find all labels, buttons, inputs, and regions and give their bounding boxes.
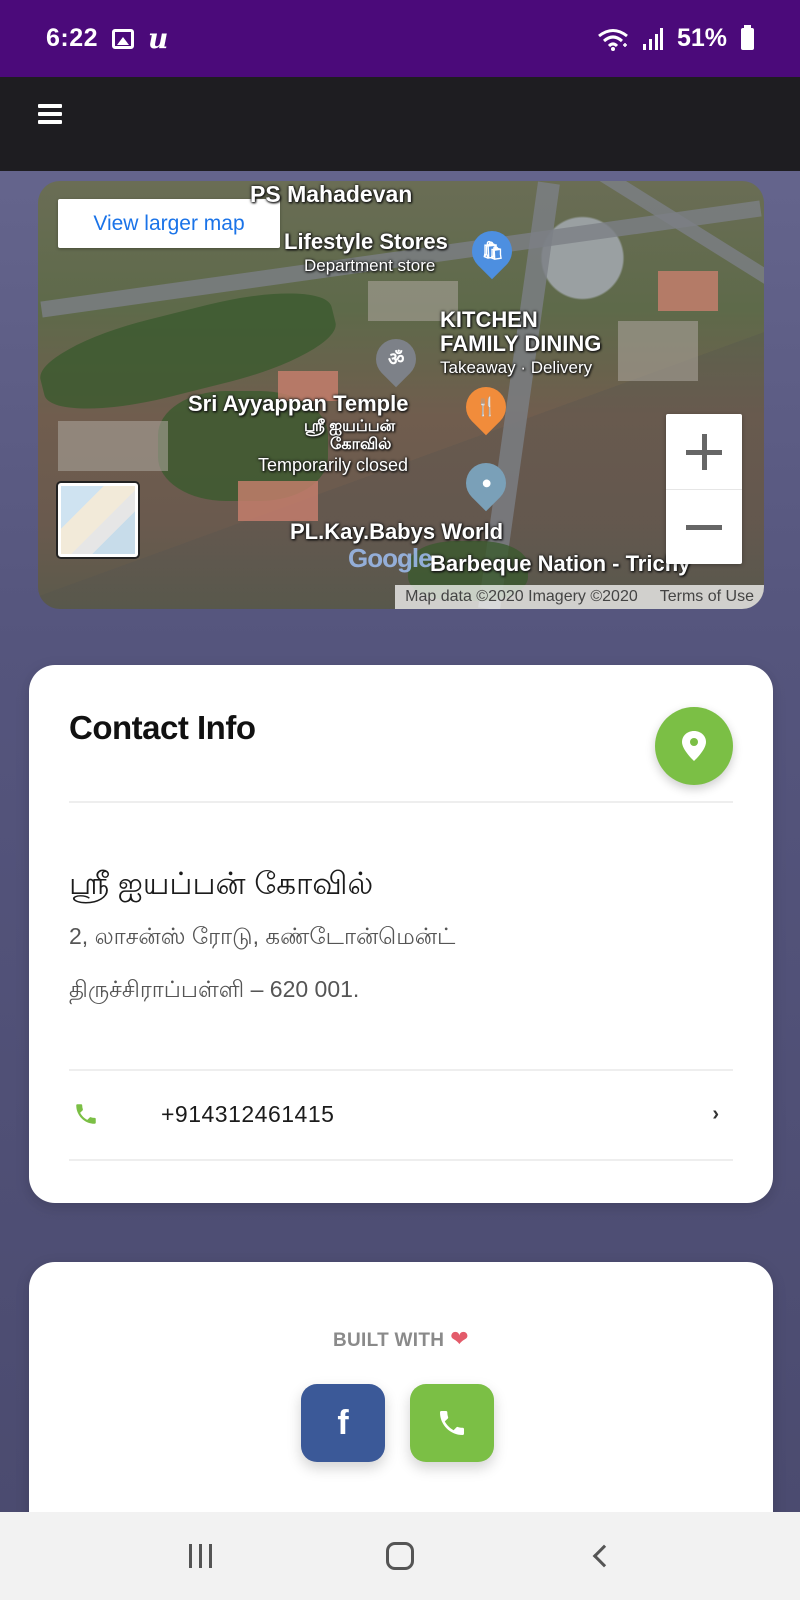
home-button[interactable] (370, 1531, 430, 1581)
map-label-lifestyle-sub: Department store (304, 256, 436, 275)
map-label-temple-ta-1: ஸ்ரீ ஐயப்பன் (304, 418, 396, 435)
call-button[interactable] (410, 1384, 494, 1462)
phone-icon (73, 1101, 103, 1127)
satellite-toggle-thumbnail[interactable] (58, 483, 138, 557)
embedded-map[interactable]: View larger map PS Mahadevan Lifestyle S… (38, 181, 764, 609)
wifi-icon (598, 28, 628, 51)
terms-of-use-link[interactable]: Terms of Use (660, 588, 754, 606)
facebook-icon: f (337, 1403, 349, 1442)
map-label-kitchen-2: FAMILY DINING (440, 331, 602, 356)
facebook-button[interactable]: f (301, 1384, 385, 1462)
contact-info-card: Contact Info ஸ்ரீ ஐயப்பன் கோவில் 2, லாசன… (29, 665, 773, 1203)
recents-icon (188, 1544, 212, 1568)
back-icon (592, 1544, 616, 1568)
zoom-out-button[interactable] (666, 489, 742, 564)
system-nav-bar (0, 1512, 800, 1600)
phone-icon (440, 1411, 464, 1435)
u-app-icon: u (148, 22, 169, 55)
map-label-temple-status: Temporarily closed (258, 455, 409, 475)
zoom-controls (666, 414, 742, 564)
app-bar (0, 77, 800, 171)
shopping-pin-icon[interactable]: 🛍 (463, 222, 521, 280)
phone-row[interactable]: +914312461415 › (69, 1071, 733, 1157)
hamburger-menu-icon[interactable] (38, 104, 62, 124)
status-right: 51% (597, 24, 754, 53)
heart-icon: ❤ (450, 1326, 470, 1351)
location-button[interactable] (655, 707, 733, 785)
map-label-ps-mahadevan: PS Mahadevan (250, 181, 413, 207)
minus-icon (686, 524, 722, 530)
divider (69, 801, 733, 803)
map-label-temple: Sri Ayyappan Temple (188, 391, 409, 416)
map-label-kitchen-1: KITCHEN (440, 307, 538, 332)
phone-number: +914312461415 (161, 1100, 335, 1127)
plus-icon (686, 433, 722, 470)
map-attribution: Map data ©2020 Imagery ©2020 Terms of Us… (395, 585, 764, 609)
address-line-1: 2, லாசன்ஸ் ரோடு, கண்டோன்மென்ட் (69, 923, 456, 949)
divider (69, 1159, 733, 1161)
temple-pin-icon[interactable]: ॐ (367, 330, 425, 388)
map-label-temple-ta-2: கோவில் (330, 436, 392, 453)
map-label-kitchen-sub: Takeaway · Delivery (440, 358, 593, 377)
zoom-in-button[interactable] (666, 414, 742, 489)
built-with-text: BUILT WITH (332, 1330, 445, 1351)
map-label-babys-world: PL.Kay.Babys World (290, 519, 504, 544)
status-left: 6:22 u (46, 22, 168, 55)
battery-percent: 51% (676, 24, 727, 52)
google-logo: Google (348, 543, 433, 573)
chevron-right-icon: › (712, 1102, 719, 1125)
battery-icon (741, 24, 754, 50)
map-data-attribution: Map data ©2020 Imagery ©2020 (405, 588, 638, 605)
location-pin-icon (682, 731, 706, 761)
status-bar: 6:22 u 51% (0, 0, 800, 77)
place-name: ஸ்ரீ ஐயப்பன் கோவில் (69, 866, 374, 901)
status-time: 6:22 (46, 24, 99, 52)
map-label-barbeque: Barbeque Nation - Trichy (430, 551, 691, 576)
home-icon (386, 1542, 414, 1570)
built-with-label: BUILT WITH ❤ (29, 1326, 773, 1352)
contact-info-title: Contact Info (69, 709, 256, 746)
map-label-lifestyle: Lifestyle Stores (284, 229, 448, 254)
recents-button[interactable] (170, 1531, 230, 1581)
back-button[interactable] (570, 1531, 630, 1581)
gallery-icon (112, 28, 135, 49)
address-line-2: திருச்சிராப்பள்ளி – 620 001. (69, 976, 360, 1002)
view-larger-map-link[interactable]: View larger map (58, 199, 280, 248)
signal-icon (642, 27, 663, 50)
